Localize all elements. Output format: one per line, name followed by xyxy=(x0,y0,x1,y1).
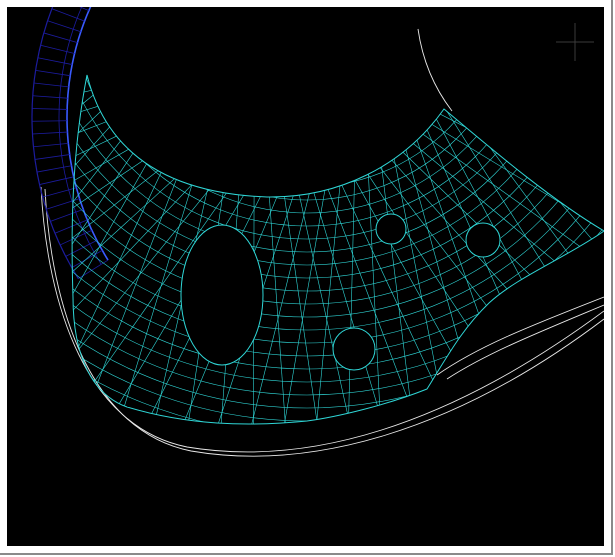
shell-tick xyxy=(43,32,78,43)
shell-tick xyxy=(34,154,70,160)
mesh-line xyxy=(72,75,188,210)
shell-tick xyxy=(39,176,74,185)
mesh-line xyxy=(7,7,196,32)
mesh-arc xyxy=(72,75,604,292)
shell-tick xyxy=(51,8,85,22)
mesh-line xyxy=(72,75,188,139)
mesh-arc xyxy=(72,75,604,318)
outline-top-arc xyxy=(417,28,453,112)
mesh-line xyxy=(7,7,190,15)
small-hole-bottom xyxy=(332,327,376,371)
mesh-line xyxy=(426,75,604,152)
mesh-line xyxy=(398,75,604,169)
mesh-line xyxy=(392,75,604,204)
mesh-line xyxy=(423,7,604,18)
mesh-line xyxy=(426,75,604,188)
shell-tick xyxy=(32,95,68,99)
shell-tick xyxy=(33,142,69,148)
mesh-line xyxy=(422,75,604,288)
mesh-arc xyxy=(72,75,560,240)
mesh-arc xyxy=(80,75,534,214)
mesh-line xyxy=(420,7,604,27)
outline-right-lip xyxy=(436,296,604,376)
shell-tick xyxy=(37,57,73,65)
shell-tick xyxy=(33,82,69,88)
mesh-line xyxy=(408,75,604,398)
mesh-line xyxy=(403,75,604,132)
crosshair-icon xyxy=(556,23,594,61)
mesh-line xyxy=(72,75,191,276)
holes xyxy=(180,213,501,371)
mesh-line xyxy=(412,75,604,373)
mesh-scene[interactable] xyxy=(7,7,604,546)
large-oval-hole xyxy=(180,224,264,366)
mesh-line xyxy=(72,75,189,102)
mesh-line xyxy=(416,75,604,347)
mesh-line xyxy=(72,75,214,155)
shell-tick xyxy=(46,198,80,210)
graphics-viewport[interactable] xyxy=(7,7,604,546)
mesh-line xyxy=(72,75,196,336)
shell-tick xyxy=(59,229,93,246)
mesh-line xyxy=(7,7,193,24)
window-frame xyxy=(0,0,613,555)
small-hole-right xyxy=(465,222,501,258)
mesh-line xyxy=(72,75,226,225)
shell-tick xyxy=(54,219,88,234)
mesh-arc xyxy=(72,75,573,253)
mesh-arc xyxy=(72,75,604,422)
small-hole-top xyxy=(375,213,407,245)
shell-tick xyxy=(36,165,72,173)
mesh-arc xyxy=(72,75,547,227)
shell-tick xyxy=(40,44,75,54)
mesh-line xyxy=(371,87,604,302)
shell-outer-edge xyxy=(31,7,79,279)
shell-tick xyxy=(32,108,68,110)
mesh-line xyxy=(72,75,193,307)
mesh-arc xyxy=(72,75,586,266)
mesh-line xyxy=(425,7,604,10)
mesh-line xyxy=(7,40,199,43)
shell-mid-edge xyxy=(58,7,102,265)
mesh-arc xyxy=(72,75,604,396)
shell-tick xyxy=(42,187,77,198)
outline-right-lip-2 xyxy=(446,304,604,380)
mesh-line xyxy=(426,75,604,116)
shell-tick xyxy=(35,69,71,77)
mesh-arc xyxy=(106,75,508,188)
mesh-line xyxy=(425,75,604,223)
shell-tick xyxy=(32,131,68,135)
mesh-line xyxy=(72,75,200,363)
shell-tick xyxy=(79,7,89,12)
part-outline xyxy=(40,28,604,457)
mesh-line xyxy=(417,19,604,35)
